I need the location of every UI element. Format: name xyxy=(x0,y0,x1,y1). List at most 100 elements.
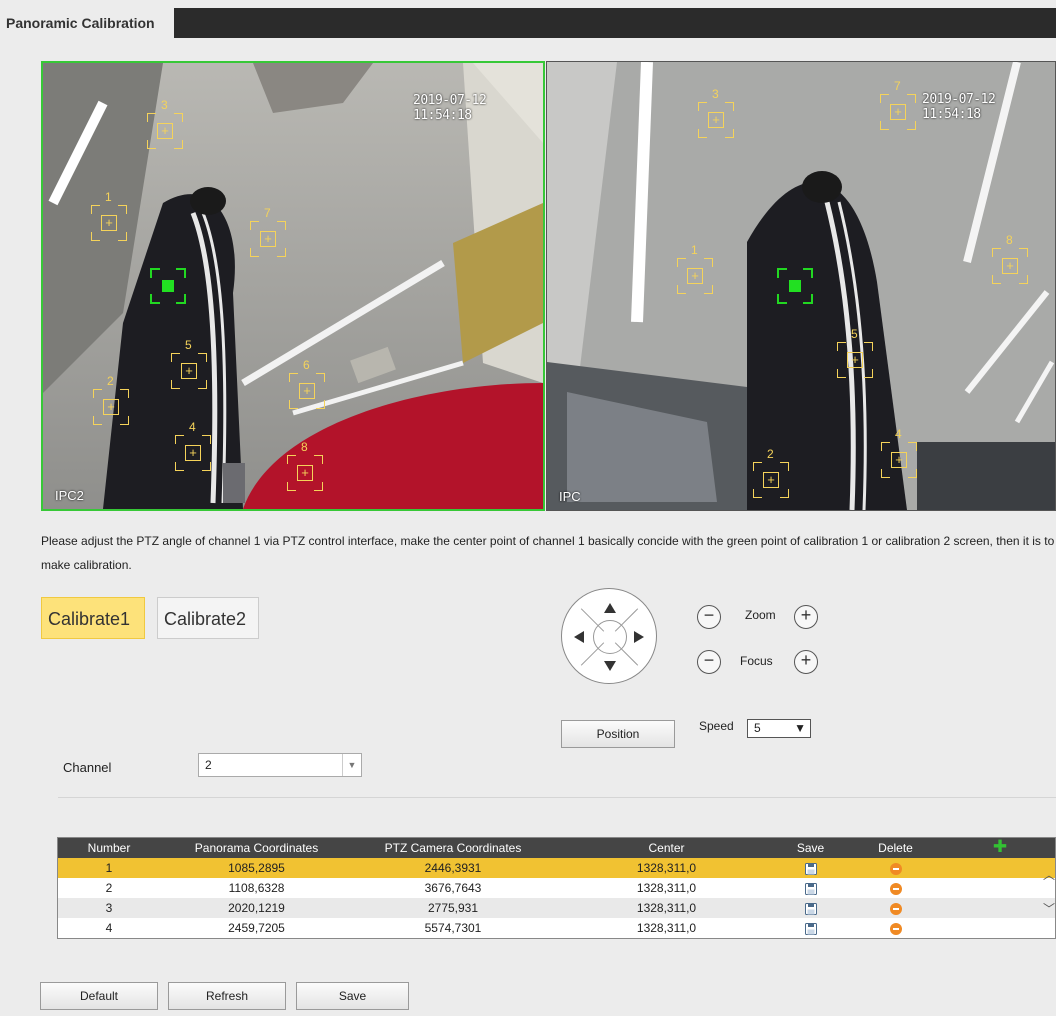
row-number: 2 xyxy=(105,881,113,895)
calibration-point-8[interactable]: +8 xyxy=(992,233,1028,284)
calibration-point-3[interactable]: +3 xyxy=(698,87,734,138)
row-save-button[interactable] xyxy=(780,878,841,898)
dropdown-arrow-icon: ▼ xyxy=(342,754,361,776)
title-bar-fill xyxy=(174,8,1056,38)
ptz-down-arrow-icon[interactable] xyxy=(604,661,616,671)
row-center: 1328,311,0 xyxy=(636,881,697,895)
row-delete-button[interactable] xyxy=(841,858,950,878)
default-button[interactable]: Default xyxy=(40,982,158,1010)
channel-label: Channel xyxy=(63,760,112,775)
row-center: 1328,311,0 xyxy=(636,861,697,875)
delete-icon xyxy=(889,922,902,935)
calibration-point-7[interactable]: +7 xyxy=(880,79,916,130)
calibration-point-1[interactable]: +1 xyxy=(91,190,127,241)
delete-icon xyxy=(889,882,902,895)
save-button[interactable]: Save xyxy=(296,982,409,1010)
row-panorama: 2459,7205 xyxy=(228,921,285,935)
position-button[interactable]: Position xyxy=(561,720,675,748)
calibration-table: Number Panorama Coordinates PTZ Camera C… xyxy=(57,837,1056,939)
floppy-icon xyxy=(804,922,817,935)
table-header-row: Number Panorama Coordinates PTZ Camera C… xyxy=(58,838,1055,858)
table-row[interactable]: 4 2459,7205 5574,7301 1328,311,0 xyxy=(58,918,1055,938)
calibration-point-4[interactable]: +4 xyxy=(175,420,211,471)
calibration-point-8[interactable]: +8 xyxy=(287,440,323,491)
speed-label: Speed xyxy=(699,719,734,733)
zoom-out-button[interactable]: − xyxy=(697,605,721,629)
add-row-button[interactable]: ✚ xyxy=(950,838,1050,858)
ptz-direction-pad[interactable] xyxy=(561,588,657,684)
focus-out-button[interactable]: − xyxy=(697,650,721,674)
floppy-icon xyxy=(804,862,817,875)
calibration-point-1[interactable]: +1 xyxy=(677,243,713,294)
ptz-center[interactable] xyxy=(593,620,627,654)
row-ptz: 5574,7301 xyxy=(424,921,482,935)
row-panorama: 2020,1219 xyxy=(228,901,285,915)
plus-icon: ✚ xyxy=(992,837,1008,856)
chevron-down-icon: ▼ xyxy=(794,721,806,735)
tab-calibrate1[interactable]: Calibrate1 xyxy=(41,597,145,639)
calibration-point-3[interactable]: +3 xyxy=(147,98,183,149)
right-video-panel[interactable]: 2019-07-12 11:54:18 IPC +3 +7 +8 +1 +5 +… xyxy=(546,61,1056,511)
delete-icon xyxy=(889,862,902,875)
focus-in-button[interactable]: + xyxy=(794,650,818,674)
header-ptz: PTZ Camera Coordinates xyxy=(384,841,522,855)
row-panorama: 1108,6328 xyxy=(228,881,285,895)
row-delete-button[interactable] xyxy=(841,898,950,918)
speed-select[interactable]: 5 ▼ xyxy=(747,719,811,738)
table-row[interactable]: 2 1108,6328 3676,7643 1328,311,0 xyxy=(58,878,1055,898)
calibration-point-7[interactable]: +7 xyxy=(250,206,286,257)
scroll-up-icon[interactable]: ︿ xyxy=(1043,866,1055,883)
row-panorama: 1085,2895 xyxy=(228,861,285,875)
floppy-icon xyxy=(804,902,817,915)
table-row[interactable]: 1 1085,2895 2446,3931 1328,311,0 xyxy=(58,858,1055,878)
row-delete-button[interactable] xyxy=(841,918,950,938)
left-video-panel[interactable]: 2019-07-12 11:54:18 IPC2 +3 +1 +7 +5 +6 … xyxy=(41,61,545,511)
left-video-name: IPC2 xyxy=(55,488,84,503)
header-panorama: Panorama Coordinates xyxy=(194,841,319,855)
title-bar: Panoramic Calibration xyxy=(0,8,1056,38)
refresh-button[interactable]: Refresh xyxy=(168,982,286,1010)
calibration-point-2[interactable]: +2 xyxy=(753,447,789,498)
divider xyxy=(58,797,1056,798)
green-calibration-marker xyxy=(777,268,813,304)
zoom-label: Zoom xyxy=(745,608,776,622)
green-calibration-marker xyxy=(150,268,186,304)
row-ptz: 2446,3931 xyxy=(424,861,482,875)
channel-select[interactable]: 2 ▼ xyxy=(198,753,362,777)
calibration-point-5[interactable]: +5 xyxy=(837,327,873,378)
channel-value: 2 xyxy=(205,758,212,772)
calibration-point-4[interactable]: +4 xyxy=(881,427,917,478)
row-ptz: 3676,7643 xyxy=(424,881,482,895)
floppy-icon xyxy=(804,882,817,895)
focus-label: Focus xyxy=(740,654,773,668)
right-video-name: IPC xyxy=(559,489,581,504)
row-number: 1 xyxy=(105,861,113,875)
table-row[interactable]: 3 2020,1219 2775,931 1328,311,0 xyxy=(58,898,1055,918)
ptz-left-arrow-icon[interactable] xyxy=(574,631,584,643)
instructions-text: Please adjust the PTZ angle of channel 1… xyxy=(41,534,1055,572)
calibration-point-2[interactable]: +2 xyxy=(93,374,129,425)
tab-calibrate2[interactable]: Calibrate2 xyxy=(157,597,259,639)
calibration-point-6[interactable]: +6 xyxy=(289,358,325,409)
header-number: Number xyxy=(87,841,131,855)
left-video-scene xyxy=(43,63,543,509)
row-center: 1328,311,0 xyxy=(636,901,697,915)
ptz-right-arrow-icon[interactable] xyxy=(634,631,644,643)
header-delete: Delete xyxy=(878,841,913,855)
calibration-point-5[interactable]: +5 xyxy=(171,338,207,389)
delete-icon xyxy=(889,902,902,915)
ptz-up-arrow-icon[interactable] xyxy=(604,603,616,613)
left-video-timestamp: 2019-07-12 11:54:18 xyxy=(413,93,487,123)
row-number: 4 xyxy=(105,921,113,935)
scroll-down-icon[interactable]: ﹀ xyxy=(1043,900,1055,917)
zoom-in-button[interactable]: + xyxy=(794,605,818,629)
row-delete-button[interactable] xyxy=(841,878,950,898)
row-save-button[interactable] xyxy=(780,918,841,938)
speed-value: 5 xyxy=(754,721,761,735)
row-number: 3 xyxy=(105,901,113,915)
row-save-button[interactable] xyxy=(780,858,841,878)
page-title: Panoramic Calibration xyxy=(0,8,159,38)
row-center: 1328,311,0 xyxy=(636,921,697,935)
header-center: Center xyxy=(648,841,685,855)
row-save-button[interactable] xyxy=(780,898,841,918)
